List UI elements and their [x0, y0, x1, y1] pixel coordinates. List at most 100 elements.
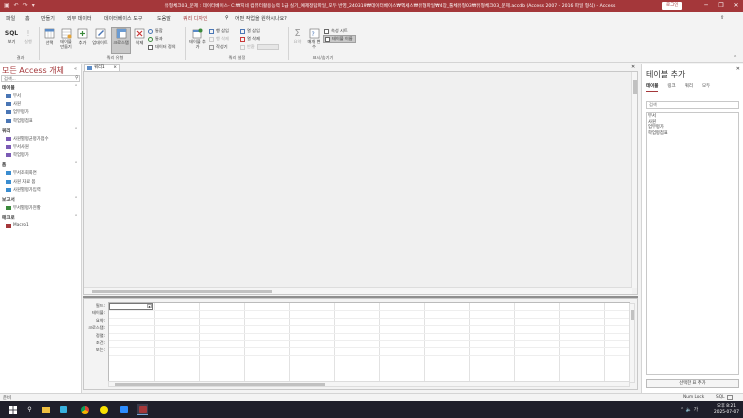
chevron-up-icon[interactable]: ⌃ — [74, 85, 78, 90]
customize-qat-icon[interactable]: ▾ — [32, 2, 35, 9]
speaker-icon[interactable]: 🔈 — [686, 407, 692, 413]
select-query-button[interactable]: 선택 — [42, 28, 57, 46]
return-selector[interactable]: 반환 — [240, 44, 279, 50]
nav-category-reports[interactable]: 보고서 ⌃ — [2, 197, 78, 203]
windows-start-icon[interactable] — [7, 404, 18, 415]
run-button[interactable]: ! 실행 — [21, 28, 35, 45]
access-taskbar-icon[interactable] — [137, 404, 148, 415]
builder-button[interactable]: 작성기 — [209, 44, 228, 50]
union-query-button[interactable]: 통합 — [148, 28, 163, 34]
grid-horizontal-scrollbar[interactable] — [108, 381, 630, 387]
input-language[interactable]: 가 — [694, 407, 699, 413]
search-icon[interactable]: ⚲ — [24, 404, 35, 415]
tab-file[interactable]: 파일 — [6, 15, 15, 22]
pane-search-input[interactable]: 검색 — [646, 101, 739, 109]
delete-rows-button[interactable]: 행 삭제 — [209, 36, 229, 42]
scroll-thumb[interactable] — [633, 80, 637, 94]
insert-rows-button[interactable]: 행 삽입 — [209, 28, 229, 34]
table-list-item[interactable]: 학업평점표 — [647, 130, 738, 136]
update-query-button[interactable]: 업데이트 — [90, 28, 110, 46]
delete-columns-button[interactable]: 열 삭제 — [240, 36, 260, 42]
tab-create[interactable]: 만들기 — [41, 15, 55, 22]
tab-help[interactable]: 도움말 — [157, 15, 171, 22]
sql-view-shortcut[interactable]: SQL — [716, 395, 725, 400]
scroll-thumb[interactable] — [631, 310, 634, 320]
close-pane-icon[interactable]: ✕ — [736, 66, 740, 72]
view-button[interactable]: SQL 보기 — [4, 28, 19, 45]
pane-tab-links[interactable]: 링크 — [667, 83, 675, 89]
nav-item[interactable]: 사원 자료 폼 — [6, 179, 36, 185]
nav-category-forms[interactable]: 폼 ⌃ — [2, 162, 78, 168]
insert-columns-button[interactable]: 열 삽입 — [240, 28, 260, 34]
redo-icon[interactable]: ↷ — [23, 2, 28, 9]
nav-category-tables[interactable]: 테이블 ⌃ — [2, 85, 78, 91]
data-definition-button[interactable]: 데이터 정의 — [148, 44, 176, 50]
chevron-up-icon[interactable]: ⌃ — [74, 128, 78, 133]
pane-tab-queries[interactable]: 쿼리 — [685, 83, 693, 89]
nav-item[interactable]: 학업평점표 — [6, 118, 33, 124]
nav-item[interactable]: 사원별평균평가점수 — [6, 136, 49, 142]
chevron-up-icon[interactable]: ⌃ — [74, 162, 78, 167]
nav-item[interactable]: 부서 — [6, 93, 21, 99]
pane-tab-tables[interactable]: 테이블 — [646, 83, 659, 92]
collapse-ribbon-icon[interactable]: ⌃ — [733, 55, 737, 61]
tell-me-search[interactable]: 어떤 작업을 원하시나요? — [235, 15, 287, 22]
tab-database-tools[interactable]: 데이터베이스 도구 — [104, 15, 142, 22]
add-tables-button[interactable]: 테이블 추가 — [189, 28, 206, 49]
tab-query-design[interactable]: 쿼리 디자인 — [182, 15, 209, 25]
passthrough-query-button[interactable]: 통과 — [148, 36, 163, 42]
design-grid[interactable]: ▾ — [108, 302, 630, 385]
save-icon[interactable]: ▣ — [4, 2, 10, 9]
nav-category-queries[interactable]: 쿼리 ⌃ — [2, 128, 78, 134]
append-query-button[interactable]: 추가 — [76, 28, 89, 46]
chevron-up-icon[interactable]: ⌃ — [680, 407, 684, 413]
close-document-icon[interactable]: ✕ — [631, 64, 635, 70]
return-value-box[interactable] — [256, 44, 279, 50]
sign-in-button[interactable]: 로그인 — [662, 2, 683, 10]
property-sheet-button[interactable]: 속성 시트 — [324, 28, 348, 34]
tab-external-data[interactable]: 외부 데이터 — [67, 15, 92, 22]
nav-item[interactable]: 부서조회화면 — [6, 170, 37, 176]
pane-tab-all[interactable]: 모두 — [702, 83, 710, 89]
table-list[interactable]: 부서 사원 업무평가 학업평점표 — [646, 112, 739, 375]
nav-item[interactable]: 부서사원 — [6, 144, 29, 150]
nav-item[interactable]: Macro1 — [6, 223, 29, 228]
nav-collapse-icon[interactable]: « — [74, 66, 77, 72]
app-icon[interactable] — [58, 404, 69, 415]
design-view-icon[interactable] — [727, 395, 733, 400]
close-button[interactable]: ✕ — [731, 2, 741, 10]
totals-button[interactable]: Σ 요약 — [291, 28, 304, 45]
share-icon[interactable]: ⇪ — [720, 15, 724, 21]
scroll-thumb[interactable] — [115, 383, 325, 386]
nav-item[interactable]: 부서별평가현황 — [6, 205, 41, 211]
nav-category-macros[interactable]: 매크로 ⌃ — [2, 215, 78, 221]
kakao-icon[interactable] — [98, 404, 109, 415]
taskbar-clock[interactable]: 오후 8:21 2025-07-07 — [714, 404, 739, 415]
tab-home[interactable]: 홈 — [25, 15, 30, 22]
undo-icon[interactable]: ↶ — [14, 2, 19, 9]
make-table-button[interactable]: 테이블 만들기 — [58, 28, 74, 49]
delete-query-button[interactable]: 삭제 — [133, 28, 146, 46]
grid-vertical-scrollbar[interactable] — [629, 303, 635, 383]
table-names-toggle[interactable]: 테이블 이름 — [323, 35, 356, 43]
nav-item[interactable]: 사원별평가입력 — [6, 187, 41, 193]
nav-item[interactable]: 학업평가 — [6, 152, 29, 158]
parameters-button[interactable]: ? 매개 변수 — [306, 28, 322, 49]
restore-button[interactable]: ❐ — [716, 2, 726, 10]
nav-item[interactable]: 업무평가 — [6, 109, 29, 115]
crosstab-query-button[interactable]: 크로스탭 — [111, 27, 131, 54]
horizontal-scrollbar[interactable] — [84, 287, 632, 294]
chrome-icon[interactable] — [79, 404, 90, 415]
file-explorer-icon[interactable] — [40, 404, 51, 415]
nav-search-input[interactable]: 검색... — [1, 75, 80, 82]
chevron-up-icon[interactable]: ⌃ — [74, 215, 78, 220]
field-dropdown-icon[interactable]: ▾ — [147, 304, 152, 309]
query-table-area[interactable] — [83, 71, 638, 295]
minimize-button[interactable]: ─ — [701, 2, 711, 10]
chevron-up-icon[interactable]: ⌃ — [74, 197, 78, 202]
nav-item[interactable]: 사원 — [6, 101, 21, 107]
tab-query1[interactable]: 쿼리1 × — [84, 64, 120, 71]
scroll-thumb[interactable] — [92, 290, 272, 293]
system-tray[interactable]: ⌃ 🔈 가 — [680, 406, 698, 413]
vertical-scrollbar[interactable] — [631, 72, 637, 288]
